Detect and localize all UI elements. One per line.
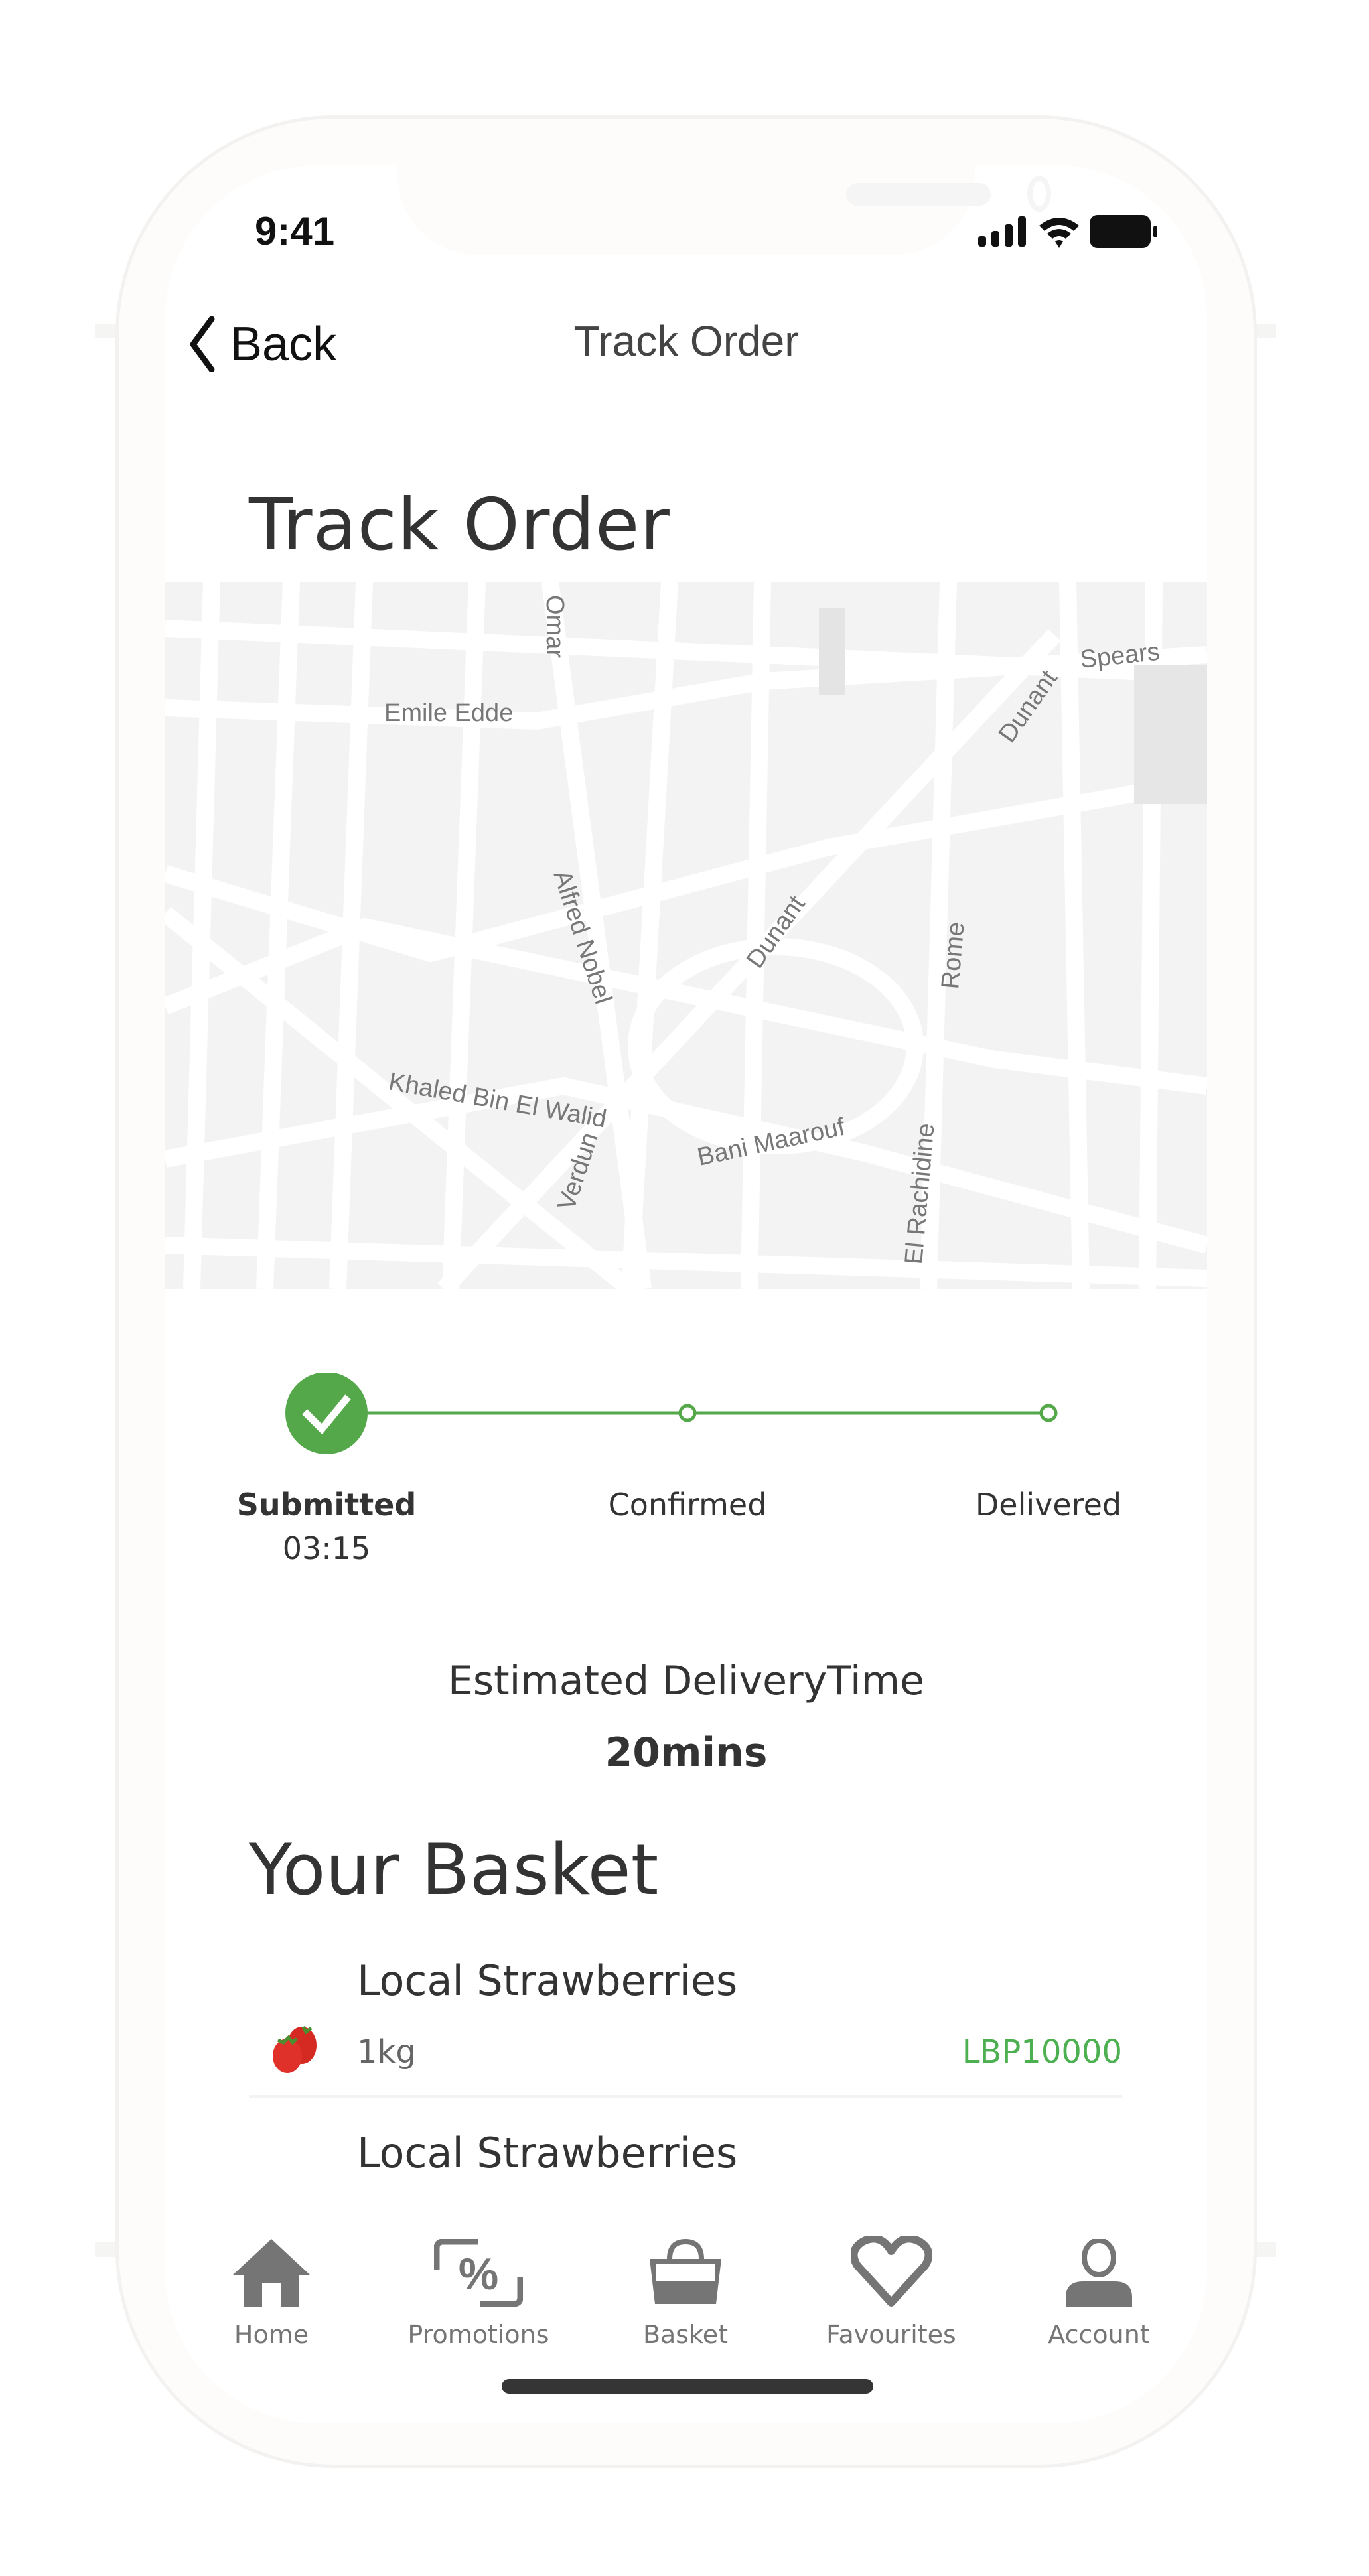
step-label-delivered: Delivered (975, 1487, 1122, 1523)
speaker (846, 183, 991, 206)
step-label-submitted: Submitted (236, 1487, 417, 1523)
basket-title: Your Basket (249, 1829, 659, 1911)
item-quantity: 1kg (357, 2033, 416, 2070)
progress-track (285, 1373, 1058, 1454)
step-time-submitted: 03:15 (282, 1530, 371, 1566)
promotions-icon: % (434, 2239, 523, 2307)
tab-label: Account (1048, 2320, 1150, 2349)
home-indicator[interactable] (502, 2379, 873, 2394)
map-label: Omar (541, 595, 569, 658)
tab-label: Basket (642, 2320, 729, 2349)
tab-home[interactable]: Home (192, 2222, 351, 2349)
map-label: Rome (936, 921, 970, 990)
basket-icon (650, 2239, 721, 2304)
page-title: Track Order (249, 484, 670, 567)
nav-title: Track Order (573, 317, 799, 365)
step-label-confirmed: Confirmed (608, 1487, 767, 1523)
home-icon (233, 2239, 310, 2307)
wifi-icon (1039, 218, 1079, 248)
step-pending-marker (678, 1404, 697, 1422)
step-completed-marker (285, 1373, 368, 1454)
tab-account[interactable]: Account (1019, 2222, 1179, 2349)
tab-promotions[interactable]: % Promotions (399, 2222, 558, 2349)
signal-icon (978, 216, 1026, 247)
eta-label: Estimated DeliveryTime (447, 1658, 925, 1704)
notch (397, 165, 1051, 255)
tab-basket[interactable]: Basket (606, 2222, 765, 2349)
tab-label: Home (234, 2320, 309, 2349)
item-divider (249, 2095, 1122, 2098)
account-icon (1066, 2239, 1132, 2307)
status-icons (978, 212, 1159, 251)
status-time: 9:41 (255, 209, 335, 253)
tab-favourites[interactable]: Favourites (812, 2222, 971, 2349)
step-pending-marker (1039, 1404, 1058, 1422)
strawberry-icon (273, 2025, 317, 2073)
tab-label: Promotions (407, 2320, 549, 2349)
item-name: Local Strawberries (357, 1956, 738, 2005)
tab-label: Favourites (826, 2320, 956, 2349)
item-name: Local Strawberries (357, 2129, 738, 2177)
map-view[interactable]: Omar Emile Edde Spears Dunant Alfred Nob… (165, 582, 1207, 1289)
battery-icon (1090, 215, 1157, 248)
app-screen: 9:41 Back Track Order Track Order Omar E… (165, 165, 1207, 2423)
map-canvas: Omar Emile Edde Spears Dunant Alfred Nob… (165, 582, 1207, 1289)
heart-icon (851, 2236, 932, 2307)
map-park (1134, 665, 1207, 804)
item-price: LBP10000 (962, 2033, 1122, 2070)
svg-text:%: % (459, 2249, 498, 2299)
map-label: Emile Edde (384, 699, 513, 727)
basket-item[interactable]: Local Strawberries 1kg LBP10000 (249, 1956, 1122, 2089)
eta-value: 20mins (605, 1729, 768, 1776)
order-progress: Submitted 03:15 Confirmed Delivered (165, 1373, 1207, 1572)
map-building (819, 608, 845, 695)
camera (1027, 176, 1051, 212)
